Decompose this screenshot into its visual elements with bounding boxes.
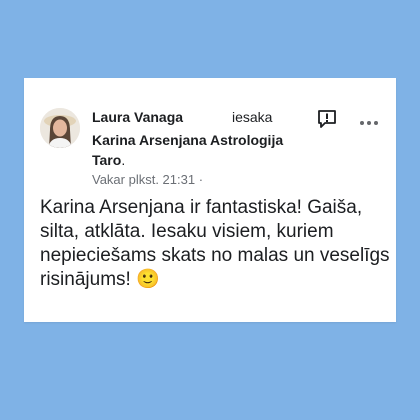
author-name[interactable]: Laura Vanaga [92, 108, 183, 126]
recommends-label: iesaka [232, 109, 273, 125]
avatar[interactable] [40, 108, 80, 148]
page-name-suffix: . [121, 152, 126, 168]
post-text: Karina Arsenjana ir fantastiska! Gaiša, … [40, 197, 390, 290]
more-options-icon[interactable] [358, 116, 380, 128]
post-timestamp[interactable]: Vakar plkst. 21:31 [92, 172, 195, 187]
meta-separator: · [198, 172, 204, 187]
post-meta: Vakar plkst. 21:31 · [92, 172, 203, 188]
recommendation-card: Laura Vanaga iesaka Karina Arsenjana Ast… [24, 78, 396, 322]
report-icon[interactable] [316, 108, 338, 130]
recommended-page[interactable]: Karina Arsenjana Astrologija Taro. [92, 130, 312, 170]
